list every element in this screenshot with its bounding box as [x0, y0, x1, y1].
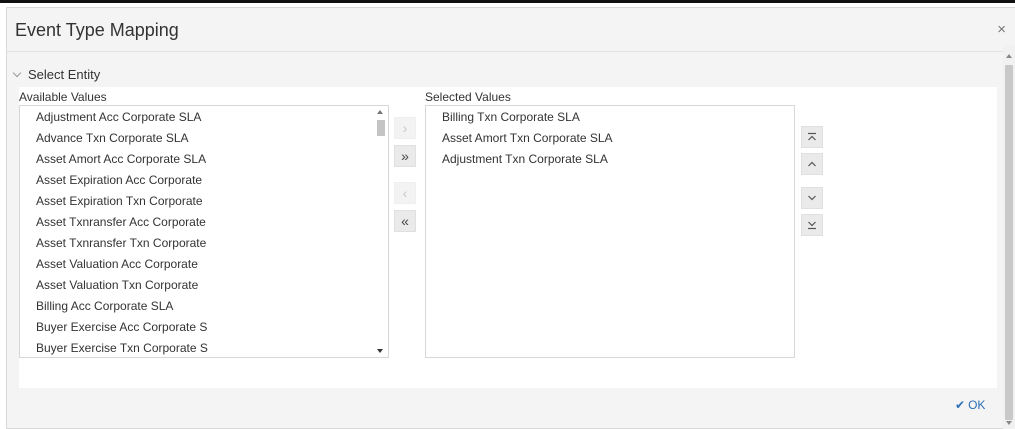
select-entity-section-toggle[interactable]: Select Entity: [12, 67, 100, 82]
scroll-down-icon[interactable]: [1006, 421, 1012, 425]
scroll-up-icon[interactable]: [1006, 54, 1012, 58]
chevron-up-icon: [808, 161, 816, 167]
list-item[interactable]: Adjustment Acc Corporate SLA: [20, 107, 374, 128]
scroll-thumb[interactable]: [1005, 65, 1013, 420]
chevron-down-icon: [12, 68, 22, 78]
move-bottom-icon: [808, 221, 816, 230]
list-item[interactable]: Asset Valuation Acc Corporate: [20, 254, 374, 275]
dialog-body: Select Entity Available Values Selected …: [7, 53, 1002, 429]
move-down-button[interactable]: [801, 187, 823, 209]
chevron-down-icon: [808, 195, 816, 201]
list-item[interactable]: Asset Txnransfer Acc Corporate: [20, 212, 374, 233]
selected-items: Billing Txn Corporate SLA Asset Amort Txn…: [426, 107, 780, 170]
list-item[interactable]: Asset Txnransfer Txn Corporate: [20, 233, 374, 254]
remove-selected-button[interactable]: ‹: [394, 182, 416, 204]
ok-button[interactable]: ✔ OK: [955, 398, 985, 412]
dialog-scrollbar[interactable]: [1003, 45, 1015, 429]
move-all-button[interactable]: »: [394, 145, 416, 167]
move-to-bottom-button[interactable]: [801, 214, 823, 236]
move-to-top-button[interactable]: [801, 126, 823, 148]
list-item[interactable]: Billing Acc Corporate SLA: [20, 296, 374, 317]
dialog-header: Event Type Mapping ×: [7, 8, 1015, 52]
available-list-scrollbar[interactable]: [374, 106, 388, 357]
checkmark-icon: ✔: [955, 398, 966, 412]
top-border: [0, 0, 1015, 3]
available-values-list[interactable]: Adjustment Acc Corporate SLA Advance Txn …: [19, 105, 389, 358]
available-values-label: Available Values: [19, 90, 107, 104]
section-title: Select Entity: [28, 67, 101, 82]
scroll-thumb[interactable]: [377, 120, 385, 136]
move-selected-button[interactable]: ›: [394, 117, 416, 139]
close-icon[interactable]: ×: [997, 21, 1006, 38]
dialog-title: Event Type Mapping: [15, 20, 179, 40]
available-items: Adjustment Acc Corporate SLA Advance Txn …: [20, 107, 374, 357]
scroll-down-icon[interactable]: [377, 349, 383, 353]
list-item[interactable]: Buyer Exercise Acc Corporate S: [20, 317, 374, 338]
scroll-up-icon[interactable]: [377, 110, 383, 114]
list-item[interactable]: Asset Expiration Txn Corporate: [20, 191, 374, 212]
list-item[interactable]: Asset Amort Acc Corporate SLA: [20, 149, 374, 170]
list-item[interactable]: Asset Amort Txn Corporate SLA: [426, 128, 780, 149]
list-item[interactable]: Adjustment Txn Corporate SLA: [426, 149, 780, 170]
list-item[interactable]: Advance Txn Corporate SLA: [20, 128, 374, 149]
remove-all-button[interactable]: «: [394, 210, 416, 232]
list-item[interactable]: Asset Expiration Acc Corporate: [20, 170, 374, 191]
selected-values-label: Selected Values: [425, 90, 511, 104]
event-type-mapping-dialog: Event Type Mapping × Select Entity Avail…: [6, 7, 1015, 429]
list-item[interactable]: Asset Valuation Txn Corporate: [20, 275, 374, 296]
move-up-button[interactable]: [801, 153, 823, 175]
shuttle-panel: Available Values Selected Values Adjustm…: [19, 87, 997, 388]
list-item[interactable]: Buyer Exercise Txn Corporate S: [20, 338, 374, 357]
selected-values-list[interactable]: Billing Txn Corporate SLA Asset Amort Txn…: [425, 105, 795, 358]
move-top-icon: [808, 132, 816, 141]
list-item[interactable]: Billing Txn Corporate SLA: [426, 107, 780, 128]
ok-label: OK: [968, 398, 986, 412]
